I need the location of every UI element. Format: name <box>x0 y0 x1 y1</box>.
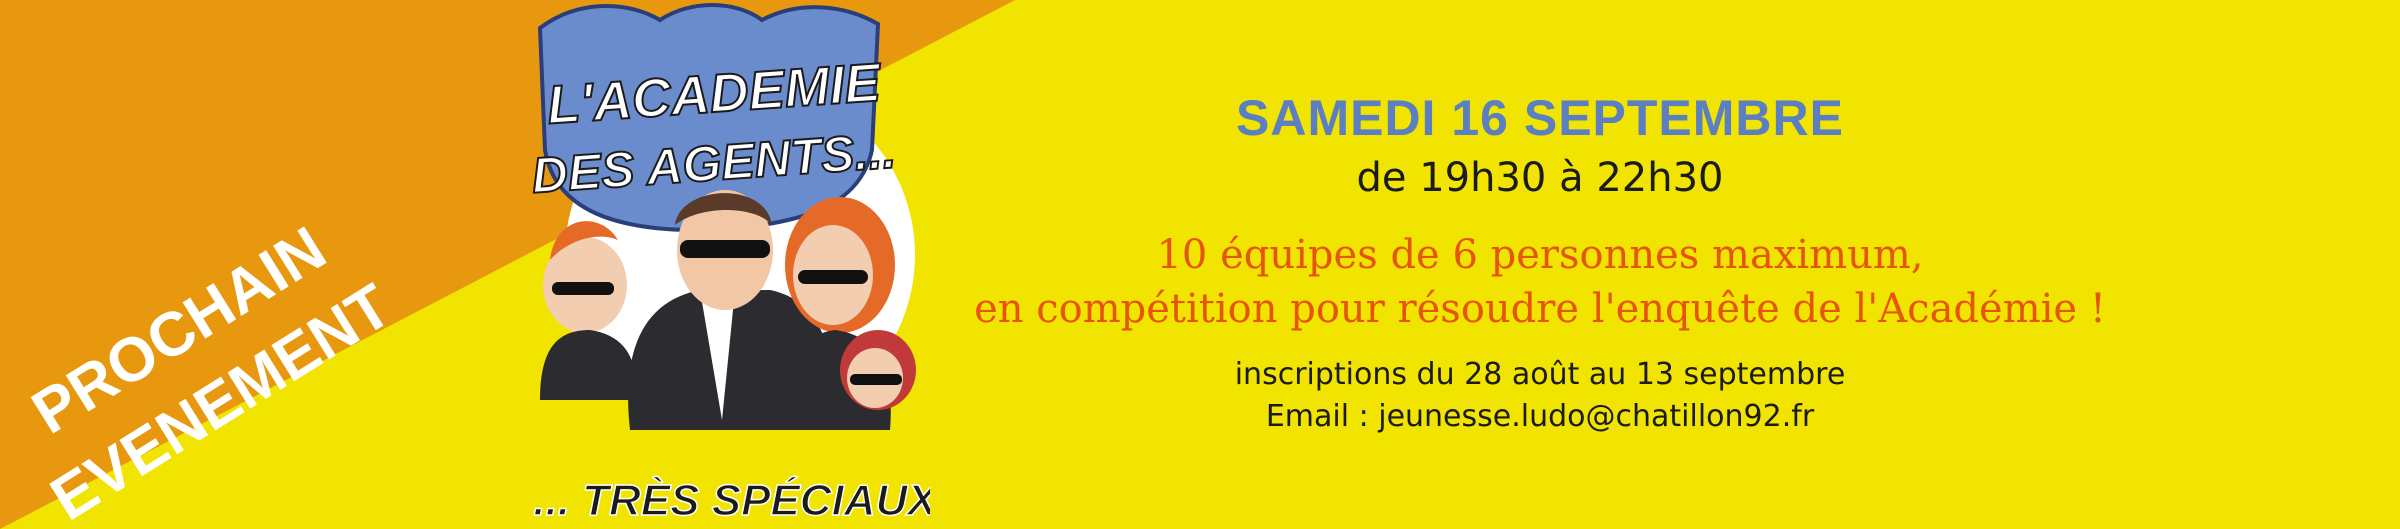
event-teams-line-1: 10 équipes de 6 personnes maximum, <box>1156 232 1924 278</box>
event-teams-line-2: en compétition pour résoudre l'enquête d… <box>974 286 2106 332</box>
sunglasses-icon-2 <box>798 270 868 284</box>
event-date: SAMEDI 16 SEPTEMBRE <box>1235 90 1844 146</box>
event-email[interactable]: Email : jeunesse.ludo@chatillon92.fr <box>900 396 2180 438</box>
event-hours: de 19h30 à 22h30 <box>1356 155 1724 201</box>
sunglasses-icon <box>680 240 770 258</box>
event-info: SAMEDI 16 SEPTEMBRE de 19h30 à 22h30 10 … <box>900 88 2180 438</box>
event-banner: PROCHAIN EVENEMENT L'ACADEMIE DES AGENTS… <box>0 0 2400 529</box>
sunglasses-icon-3 <box>552 282 614 295</box>
logo-subtitle: ... TRÈS SPÉCIAUX <box>533 475 930 525</box>
academie-logo-illustration: L'ACADEMIE DES AGENTS... ... TRÈS SPÉCIA… <box>529 3 930 526</box>
event-registration: inscriptions du 28 août au 13 septembre <box>1234 357 1846 392</box>
sunglasses-icon-4 <box>850 374 902 385</box>
